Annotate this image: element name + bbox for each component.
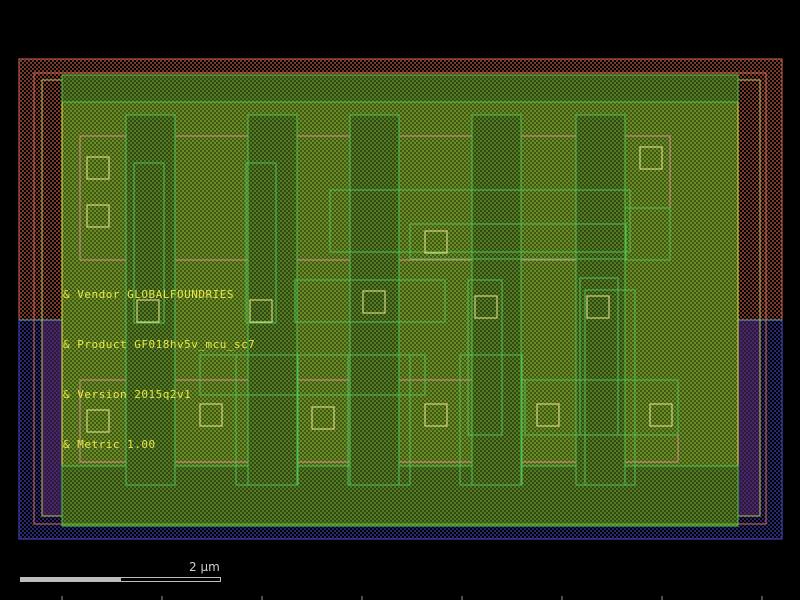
scale-bar	[20, 577, 221, 582]
scale-bar-fill	[21, 578, 121, 581]
scale-bar-label: 2 μm	[189, 560, 220, 574]
ruler-ticks	[61, 596, 763, 600]
metric-label: & Metric 1.00	[63, 438, 156, 451]
product-label: & Product GF018hv5v_mcu_sc7	[63, 338, 256, 351]
top-rail	[61, 74, 739, 103]
vendor-label: & Vendor GLOBALFOUNDRIES	[63, 288, 234, 301]
gate-finger-3	[349, 114, 400, 486]
version-label: & Version 2015q2v1	[63, 388, 192, 401]
